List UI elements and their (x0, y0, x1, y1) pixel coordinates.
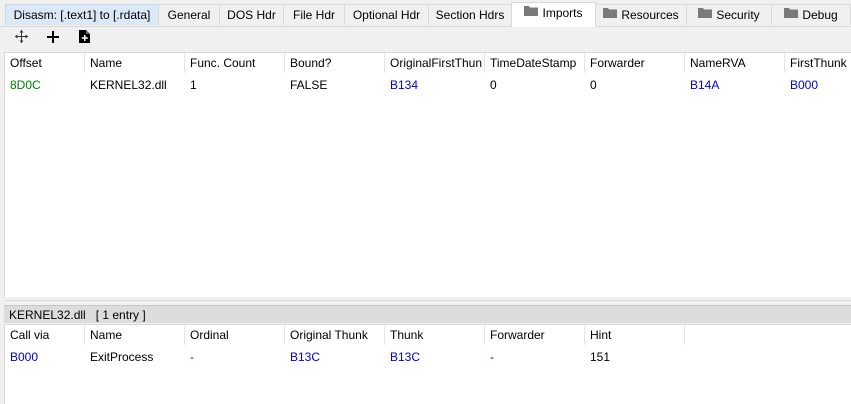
cell-name-rva: B14A (690, 78, 720, 92)
column-header-bound[interactable]: Bound? (285, 53, 385, 73)
cell-time-date-stamp: 0 (490, 78, 497, 92)
tab-bar: Disasm: [.text1] to [.rdata] General DOS… (0, 0, 851, 27)
column-header-name[interactable]: Name (85, 53, 185, 73)
move-icon (14, 30, 28, 46)
add-button[interactable] (44, 29, 62, 47)
tab-label: Debug (802, 8, 838, 22)
table-header: Offset Name Func. Count Bound? OriginalF… (5, 53, 851, 75)
cell-forwarder: - (490, 350, 494, 364)
table-row[interactable]: B000 ExitProcess - B13C B13C - 151 (5, 347, 851, 367)
column-header-time-date-stamp[interactable]: TimeDateStamp (485, 53, 585, 73)
plus-icon (47, 30, 59, 46)
tab-label: Resources (621, 8, 679, 22)
tab-label: General (167, 8, 211, 22)
cell-bound: FALSE (290, 78, 328, 92)
cell-thunk: B13C (390, 350, 421, 364)
functions-table: Call via Name Ordinal Original Thunk Thu… (4, 324, 851, 404)
tab-security[interactable]: Security (686, 4, 772, 25)
tab-label: File Hdr (292, 8, 335, 22)
imports-table: Offset Name Func. Count Bound? OriginalF… (4, 52, 851, 297)
tab-label: DOS Hdr (227, 8, 276, 22)
column-header-call-via[interactable]: Call via (5, 325, 85, 345)
folder-icon (603, 5, 618, 25)
tab-dos-hdr[interactable]: DOS Hdr (219, 4, 284, 25)
column-header-func-count[interactable]: Func. Count (185, 53, 285, 73)
tab-label: Disasm: [.text1] to [.rdata] (13, 8, 151, 22)
add-document-icon (78, 30, 90, 46)
tab-label: Section Hdrs (435, 8, 505, 22)
column-header-first-thunk[interactable]: FirstThunk (785, 53, 851, 73)
column-header-offset[interactable]: Offset (5, 53, 85, 73)
cell-forwarder: 0 (590, 78, 597, 92)
move-button[interactable] (12, 29, 30, 47)
tab-label: Security (716, 8, 760, 22)
tab-label: Imports (542, 6, 583, 20)
table-row[interactable]: 8D0C KERNEL32.dll 1 FALSE B134 0 0 B14A … (5, 75, 851, 95)
folder-icon (524, 3, 539, 23)
tab-file-hdr[interactable]: File Hdr (283, 4, 345, 25)
column-header-thunk[interactable]: Thunk (385, 325, 485, 345)
column-header-forwarder[interactable]: Forwarder (485, 325, 585, 345)
tab-section-hdrs[interactable]: Section Hdrs (428, 4, 512, 25)
cell-offset: 8D0C (10, 78, 41, 92)
section-label: KERNEL32.dll [ 1 entry ] (4, 305, 851, 323)
folder-icon (784, 5, 799, 25)
folder-icon (698, 5, 713, 25)
column-header-name-rva[interactable]: NameRVA (685, 53, 785, 73)
tab-resources[interactable]: Resources (595, 4, 687, 25)
cell-name: KERNEL32.dll (90, 78, 167, 92)
tab-disasm[interactable]: Disasm: [.text1] to [.rdata] (5, 4, 159, 25)
cell-original-thunk: B13C (290, 350, 321, 364)
column-header-ordinal[interactable]: Ordinal (185, 325, 285, 345)
table-header: Call via Name Ordinal Original Thunk Thu… (5, 325, 851, 347)
cell-call-via: B000 (10, 350, 39, 364)
tab-general[interactable]: General (158, 4, 220, 25)
column-header-forwarder[interactable]: Forwarder (585, 53, 685, 73)
cell-original-first-thunk: B134 (390, 78, 419, 92)
cell-name: ExitProcess (90, 350, 154, 364)
column-header-hint[interactable]: Hint (585, 325, 685, 345)
cell-first-thunk: B000 (790, 78, 819, 92)
tab-label: Optional Hdr (352, 8, 421, 22)
cell-ordinal: - (190, 350, 194, 364)
add-document-button[interactable] (75, 29, 93, 47)
toolbar (0, 27, 851, 48)
cell-hint: 151 (590, 350, 611, 364)
tab-imports[interactable]: Imports (511, 2, 596, 27)
column-header-name[interactable]: Name (85, 325, 185, 345)
tab-debug[interactable]: Debug (771, 4, 851, 25)
column-header-original-first-thunk[interactable]: OriginalFirstThun (385, 53, 485, 73)
column-header-original-thunk[interactable]: Original Thunk (285, 325, 385, 345)
tab-optional-hdr[interactable]: Optional Hdr (344, 4, 429, 25)
cell-func-count: 1 (190, 78, 197, 92)
